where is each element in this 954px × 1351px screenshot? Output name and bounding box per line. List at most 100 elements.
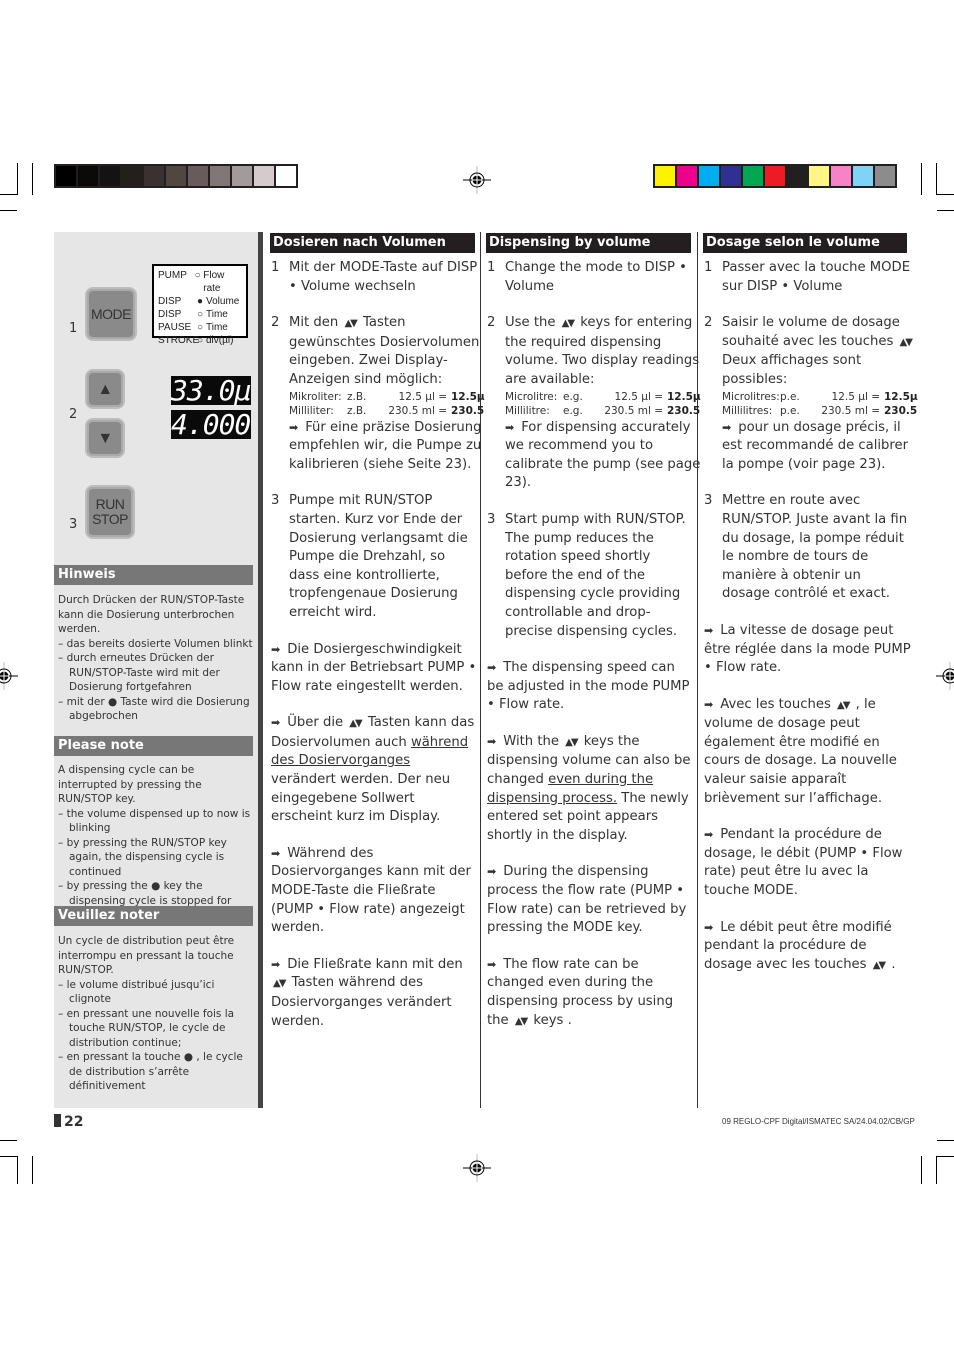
note-intro: A dispensing cycle can be interrupted by… [58, 764, 202, 805]
crop-mark [0, 194, 17, 195]
color-swatch [743, 166, 763, 186]
mode-row: PAUSE ○ Time [158, 321, 242, 334]
display-example: Microlitre: e.g. 12.5 µl = 12.5µ [505, 390, 701, 405]
up-down-keys-icon: ▲▼ [899, 336, 913, 348]
mode-label: PAUSE [158, 322, 192, 333]
arrow-right-icon: ➡ [704, 828, 714, 842]
up-down-keys-icon: ▲▼ [837, 699, 850, 711]
paragraph: ➡ Während des Dosiervorganges kann mit d… [271, 845, 471, 936]
mode-row: PUMP ○ Flow rate [158, 269, 242, 295]
mode-row: DISP ○ Time [158, 308, 242, 321]
unselected-dot-icon: ○ [194, 270, 201, 281]
step: 1 Change the mode to DISP • Volume [487, 259, 695, 296]
step: 2 Saisir le volume de dosage souhaité ave… [704, 314, 918, 474]
mode-indicator-panel: PUMP ○ Flow rate DISP ● Volume DISP ○ Time PAUSE ○… [152, 264, 248, 346]
step: 2 Mit den ▲▼ Tasten gewünschtes Dosiervol… [271, 314, 485, 474]
up-down-keys-icon: ▲▼ [872, 959, 886, 971]
unselected-dot-icon: ○ [196, 309, 204, 320]
arrow-right-icon: ➡ [487, 661, 497, 675]
crop-mark [32, 1156, 33, 1184]
example-display: 230.5 [884, 405, 918, 418]
mode-button[interactable]: MODE [87, 289, 135, 339]
step-text: Use the ▲▼ keys for entering the require… [505, 314, 701, 493]
step-number: 2 [704, 315, 713, 331]
step-number: 3 [271, 493, 280, 509]
arrow-right-icon: ➡ [704, 920, 714, 934]
color-calibration-bar [653, 164, 897, 188]
example-value: 12.5 µl = [614, 390, 663, 403]
calibration-tip: ➡ Für eine präzise Dosierung empfehlen w… [289, 419, 482, 472]
crop-mark [936, 1156, 937, 1184]
paragraph: ➡ Pendant la procédure de dosage, le déb… [704, 827, 903, 899]
up-down-keys-icon: ▲▼ [514, 1015, 528, 1027]
up-button[interactable]: ▲ [87, 371, 123, 407]
example-value: 230.5 ml = [604, 405, 663, 418]
example-label: Millilitre: [505, 405, 550, 418]
mode-label: DISP [158, 296, 182, 307]
display-example: Millilitres: p.e. 230.5 ml = 230.5 [722, 404, 918, 419]
crop-mark [0, 210, 17, 211]
arrow-right-icon: ➡ [271, 642, 281, 656]
paragraph: ➡ Le débit peut être modifié pendant la … [704, 919, 896, 972]
step-text: Mettre en route avec RUN/STOP. Juste ava… [722, 493, 908, 602]
mode-parameter: Time [206, 309, 228, 320]
note-body-de: Durch Drücken der RUN/STOP-Taste kann di… [58, 593, 254, 724]
crop-mark [0, 1156, 17, 1157]
mode-label: STROKE [158, 335, 200, 346]
color-swatch [677, 166, 697, 186]
mode-parameter: div(µl) [206, 335, 234, 346]
crop-mark [936, 163, 937, 195]
color-swatch [765, 166, 785, 186]
example-value: 230.5 ml = [821, 405, 880, 418]
crop-mark [0, 1140, 17, 1141]
example-eg: p.e. [780, 405, 800, 418]
step-text: Passer avec la touche MODE sur DISP • Vo… [722, 260, 911, 294]
example-display: 12.5µ [451, 390, 485, 403]
note-item: – mit der ● Taste wird die Dosierung abg… [58, 695, 250, 723]
step-number: 3 [69, 517, 78, 532]
note-body-fr: Un cycle de distribution peut être inter… [58, 934, 254, 1094]
note-item: – le volume distribué jusqu’ici clignote [58, 978, 215, 1006]
step: 3 Start pump with RUN/STOP. The pump redu… [487, 511, 695, 641]
crop-mark [921, 163, 922, 195]
step: 3 Mettre en route avec RUN/STOP. Juste av… [704, 492, 912, 604]
arrow-right-icon: ➡ [704, 697, 714, 711]
step-text: Mit den ▲▼ Tasten gewünschtes Dosiervolu… [289, 314, 485, 474]
step-number: 1 [271, 260, 280, 275]
paragraph: ➡ During the dispensing process the flow… [487, 864, 687, 936]
paragraph: ➡ The flow rate can be changed even duri… [487, 956, 674, 1028]
crop-mark [937, 210, 954, 211]
page-number: 22 [54, 1114, 83, 1130]
run-stop-button[interactable]: RUN STOP [87, 487, 133, 537]
up-down-keys-icon: ▲▼ [273, 978, 286, 990]
note-body-en: A dispensing cycle can be interrupted by… [58, 763, 254, 923]
step: 1 Mit der MODE-Taste auf DISP • Volume we… [271, 259, 479, 296]
mode-parameter: Volume [206, 296, 240, 307]
mode-parameter: Time [206, 322, 228, 333]
note-intro: Durch Drücken der RUN/STOP-Taste kann di… [58, 594, 245, 635]
example-label: Mikroliter: [289, 390, 342, 403]
down-button[interactable]: ▼ [87, 420, 123, 456]
column-title-fr: Dosage selon le volume [703, 233, 907, 253]
note-item: – by pressing the RUN/STOP key again, th… [58, 836, 227, 878]
example-display: 12.5µ [884, 390, 918, 403]
example-display: 230.5 [451, 405, 485, 418]
mode-label: PUMP [158, 270, 187, 281]
step: 3 Pumpe mit RUN/STOP starten. Kurz vor En… [271, 492, 479, 622]
step-number: 1 [704, 260, 713, 275]
note-item: – durch erneutes Drücken der RUN/STOP-Ta… [58, 652, 220, 693]
example-label: Microlitres: [722, 390, 780, 403]
step-number: 3 [487, 511, 496, 527]
color-swatch [875, 166, 895, 186]
lcd-display-line2: 4.000 [171, 408, 251, 441]
display-example: Milliliter: z.B. 230.5 ml = 230.5 [289, 404, 485, 419]
crop-mark [937, 194, 954, 195]
